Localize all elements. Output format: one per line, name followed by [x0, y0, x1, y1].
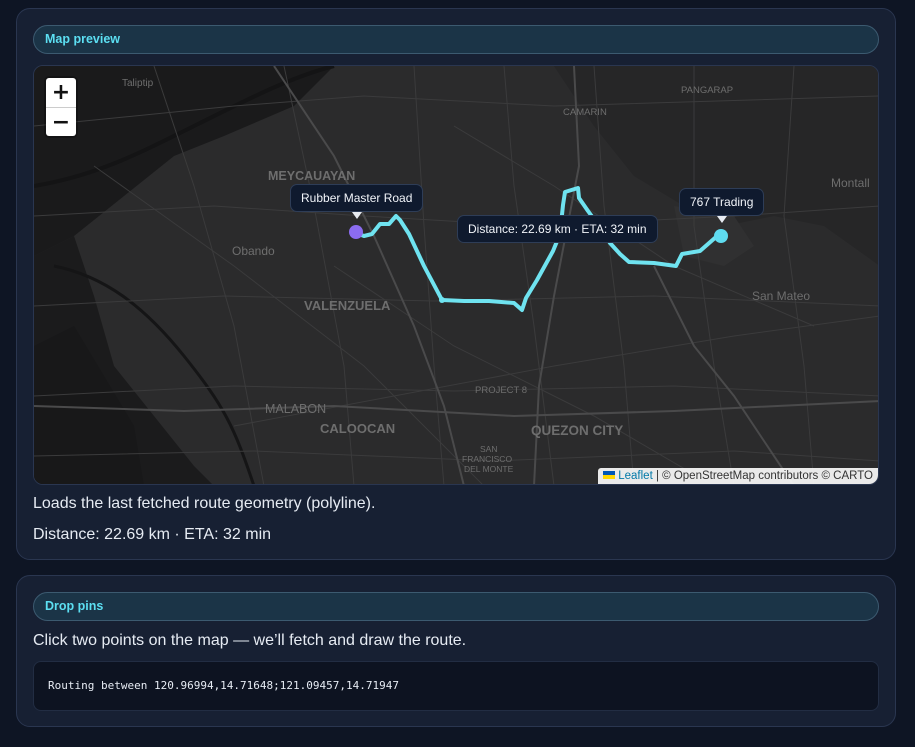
start-marker-tooltip: Rubber Master Road	[290, 184, 424, 219]
map-label-montalban: Montall	[831, 176, 870, 190]
attribution-text: | © OpenStreetMap contributors © CARTO	[652, 470, 873, 482]
zoom-out-button[interactable]: −	[46, 107, 76, 136]
map-label-francisco: FRANCISCO	[462, 454, 512, 464]
map-preview-header: Map preview	[33, 25, 879, 54]
tooltip-pointer	[351, 212, 362, 219]
map-preview-card: Map preview Taliptip CAMARIN PANGARAP ME…	[16, 8, 896, 560]
map-label-camarin: CAMARIN	[563, 107, 607, 118]
map-tiles: Taliptip CAMARIN PANGARAP MEYCAUAYAN Mon…	[34, 66, 878, 484]
map-attribution: Leaflet | © OpenStreetMap contributors ©…	[598, 468, 878, 484]
start-marker[interactable]	[349, 225, 363, 239]
drop-pins-header: Drop pins	[33, 592, 879, 621]
drop-pins-instructions: Click two points on the map — we’ll fetc…	[33, 632, 467, 649]
map-label-quezon-city: QUEZON CITY	[531, 423, 623, 438]
map-label-caloocan: CALOOCAN	[320, 421, 395, 436]
route-tooltip-text: Distance: 22.69 km · ETA: 32 min	[468, 222, 647, 236]
end-marker-label: 767 Trading	[690, 195, 754, 209]
map-view[interactable]: Taliptip CAMARIN PANGARAP MEYCAUAYAN Mon…	[33, 65, 879, 485]
map-label-pangarap: PANGARAP	[681, 85, 733, 96]
start-marker-label: Rubber Master Road	[301, 191, 413, 205]
map-label-del-monte: DEL MONTE	[464, 464, 514, 474]
map-description: Loads the last fetched route geometry (p…	[33, 495, 376, 512]
map-label-obando: Obando	[232, 244, 275, 258]
zoom-control: + −	[46, 78, 76, 136]
map-label-valenzuela: VALENZUELA	[304, 298, 391, 313]
map-label-san-mateo: San Mateo	[752, 289, 810, 303]
map-label-taliptip: Taliptip	[122, 78, 154, 89]
map-label-project8: PROJECT 8	[475, 385, 527, 396]
leaflet-link[interactable]: Leaflet	[618, 470, 653, 482]
map-label-meycauayan: MEYCAUAYAN	[268, 169, 355, 183]
route-summary: Distance: 22.69 km · ETA: 32 min	[33, 526, 272, 543]
tooltip-pointer	[716, 216, 727, 223]
ukraine-flag-icon	[603, 471, 616, 479]
drop-pins-card: Drop pins Click two points on the map — …	[16, 575, 896, 727]
map-label-san: SAN	[480, 444, 497, 454]
routing-output: Routing between 120.96994,14.71648;121.0…	[33, 661, 879, 711]
zoom-in-button[interactable]: +	[46, 78, 76, 107]
end-marker-tooltip: 767 Trading	[679, 188, 765, 223]
end-marker[interactable]	[714, 229, 728, 243]
map-label-malabon: MALABON	[265, 402, 326, 416]
route-tooltip: Distance: 22.69 km · ETA: 32 min	[457, 215, 658, 243]
